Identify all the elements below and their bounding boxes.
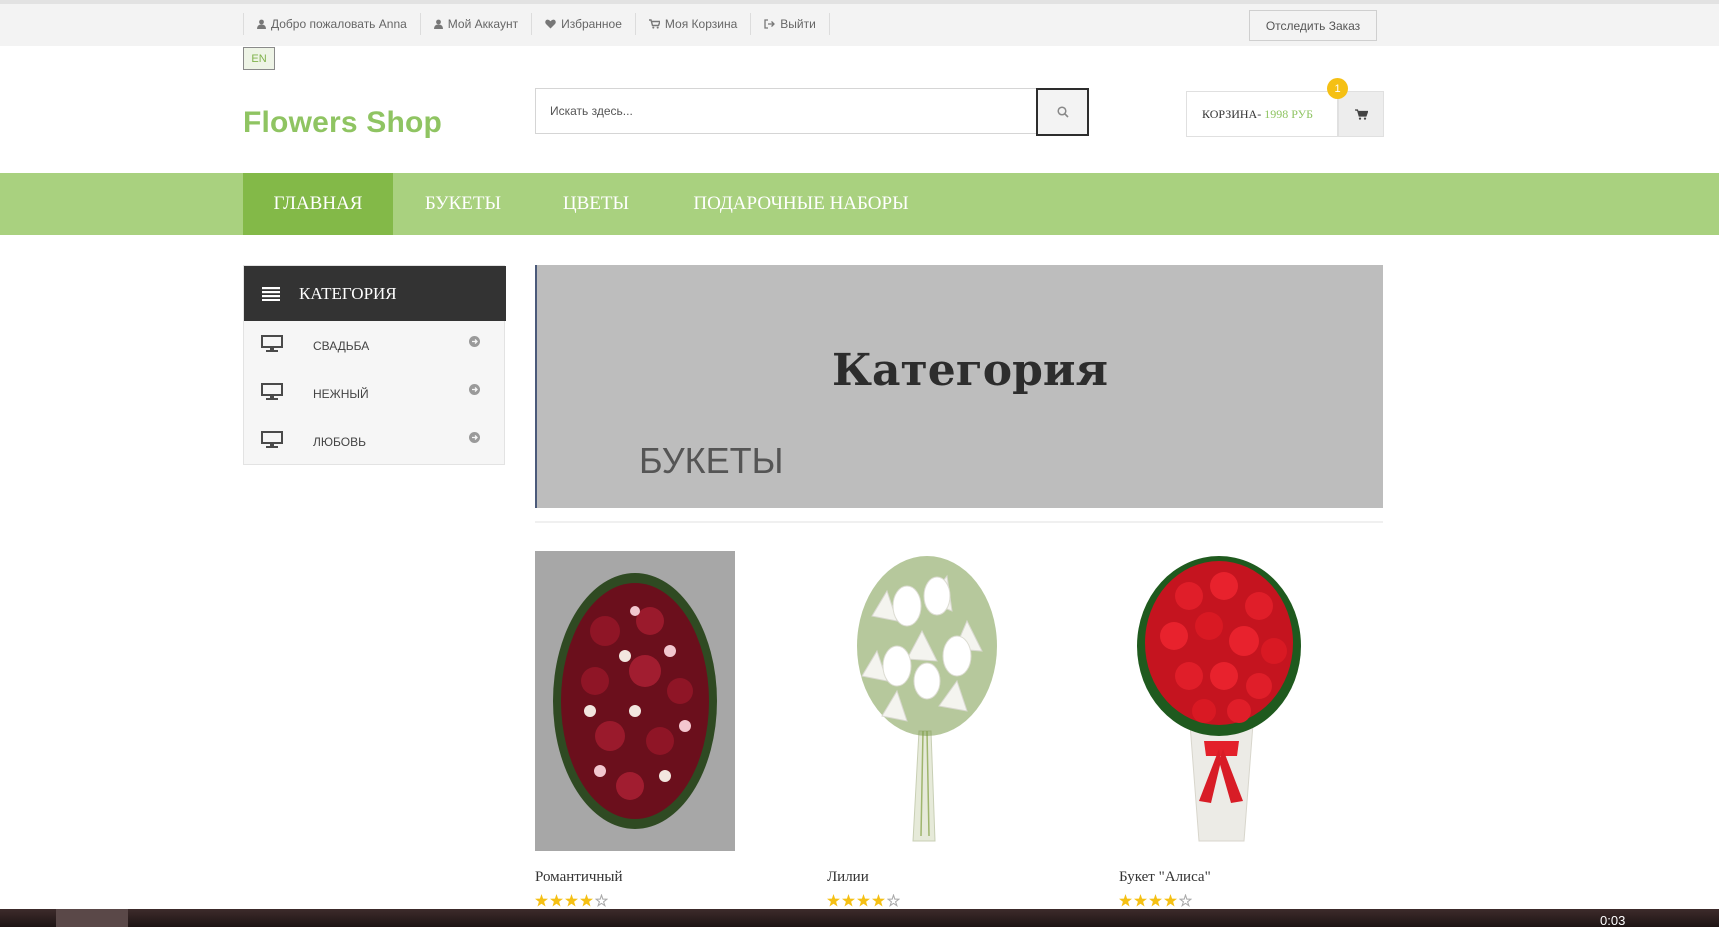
cart-label: КОРЗИНА-: [1202, 106, 1262, 121]
site-logo[interactable]: Flowers Shop: [243, 106, 442, 140]
search-input[interactable]: [535, 88, 1037, 134]
category-banner: Категория БУКЕТЫ: [535, 265, 1383, 508]
star-filled-icon: [1134, 894, 1147, 907]
cart-icon: [648, 19, 660, 29]
user-icon: [257, 19, 266, 29]
star-filled-icon: [842, 894, 855, 907]
track-order-button[interactable]: Отследить Заказ: [1249, 10, 1377, 41]
category-label: НЕЖНЫЙ: [313, 387, 369, 401]
monitor-icon: [261, 335, 283, 352]
product-name[interactable]: Лилии: [827, 869, 869, 886]
cart-price: 1998 РУБ: [1264, 106, 1313, 121]
star-filled-icon: [550, 894, 563, 907]
main-nav: ГЛАВНАЯ БУКЕТЫ ЦВЕТЫ ПОДАРОЧНЫЕ НАБОРЫ: [0, 173, 1719, 235]
welcome-text: Добро пожаловать Anna: [271, 17, 407, 31]
monitor-icon: [261, 383, 283, 400]
category-sidebar: КАТЕГОРИЯ СВАДЬБА НЕЖНЫЙ ЛЮБОВЬ: [243, 265, 506, 465]
my-cart-text: Моя Корзина: [664, 17, 738, 31]
os-taskbar: 0:03: [0, 909, 1719, 928]
product-name[interactable]: Букет "Алиса": [1119, 869, 1211, 886]
star-empty-icon: [1179, 894, 1192, 907]
star-filled-icon: [535, 894, 548, 907]
my-account-text: Мой Аккаунт: [447, 17, 519, 31]
language-button[interactable]: EN: [243, 47, 275, 70]
taskbar-clock: 0:03: [1600, 913, 1626, 928]
star-empty-icon: [595, 894, 608, 907]
arrow-right-circle-icon: [469, 384, 480, 395]
product-image-lilies[interactable]: [827, 551, 1027, 851]
product-rating: [1119, 894, 1192, 907]
top-bar: Добро пожаловать Anna Мой Аккаунт Избран…: [0, 0, 1719, 46]
logout-link[interactable]: Выйти: [750, 13, 830, 35]
star-filled-icon: [1119, 894, 1132, 907]
product-rating: [827, 894, 900, 907]
my-cart-link[interactable]: Моя Корзина: [634, 13, 750, 35]
banner-title: Категория: [832, 345, 1109, 396]
arrow-right-circle-icon: [469, 432, 480, 443]
category-label: ЛЮБОВЬ: [313, 435, 366, 449]
nav-gift-sets[interactable]: ПОДАРОЧНЫЕ НАБОРЫ: [659, 173, 943, 235]
heart-icon: [545, 19, 556, 29]
arrow-right-circle-icon: [469, 336, 480, 347]
product-name[interactable]: Романтичный: [535, 869, 623, 886]
cart-button[interactable]: [1338, 91, 1384, 137]
cart-icon: [1354, 108, 1368, 120]
search-button[interactable]: [1036, 88, 1089, 136]
category-item-tender[interactable]: НЕЖНЫЙ: [244, 369, 504, 417]
welcome-link[interactable]: Добро пожаловать Anna: [243, 13, 420, 35]
star-filled-icon: [1149, 894, 1162, 907]
star-filled-icon: [580, 894, 593, 907]
category-item-love[interactable]: ЛЮБОВЬ: [244, 417, 504, 465]
product-rating: [535, 894, 608, 907]
favorites-link[interactable]: Избранное: [531, 13, 635, 35]
star-filled-icon: [565, 894, 578, 907]
nav-bouquets[interactable]: БУКЕТЫ: [393, 173, 533, 235]
top-links: Добро пожаловать Anna Мой Аккаунт Избран…: [243, 12, 830, 36]
list-icon: [262, 286, 280, 301]
my-account-link[interactable]: Мой Аккаунт: [419, 13, 531, 35]
star-filled-icon: [857, 894, 870, 907]
logout-text: Выйти: [780, 17, 816, 31]
star-filled-icon: [827, 894, 840, 907]
monitor-icon: [261, 431, 283, 448]
star-filled-icon: [1164, 894, 1177, 907]
product-image-romantic-bouquet[interactable]: [535, 551, 735, 851]
star-filled-icon: [872, 894, 885, 907]
cart-count-badge: 1: [1327, 78, 1348, 99]
taskbar-app-button[interactable]: [56, 909, 128, 927]
category-item-wedding[interactable]: СВАДЬБА: [244, 321, 504, 369]
banner-subtitle: БУКЕТЫ: [639, 440, 784, 481]
product-image-alisa-bouquet[interactable]: [1119, 551, 1319, 851]
cart-summary[interactable]: КОРЗИНА- 1998 РУБ: [1186, 91, 1338, 137]
user-icon: [433, 19, 443, 29]
nav-flowers[interactable]: ЦВЕТЫ: [533, 173, 659, 235]
star-empty-icon: [887, 894, 900, 907]
sidebar-header: КАТЕГОРИЯ: [244, 266, 506, 321]
favorites-text: Избранное: [561, 17, 622, 31]
sidebar-title: КАТЕГОРИЯ: [299, 283, 397, 303]
content-divider: [535, 521, 1383, 523]
category-label: СВАДЬБА: [313, 339, 370, 353]
sign-out-icon: [764, 19, 776, 29]
search-icon: [1056, 106, 1069, 118]
nav-home[interactable]: ГЛАВНАЯ: [243, 173, 393, 235]
